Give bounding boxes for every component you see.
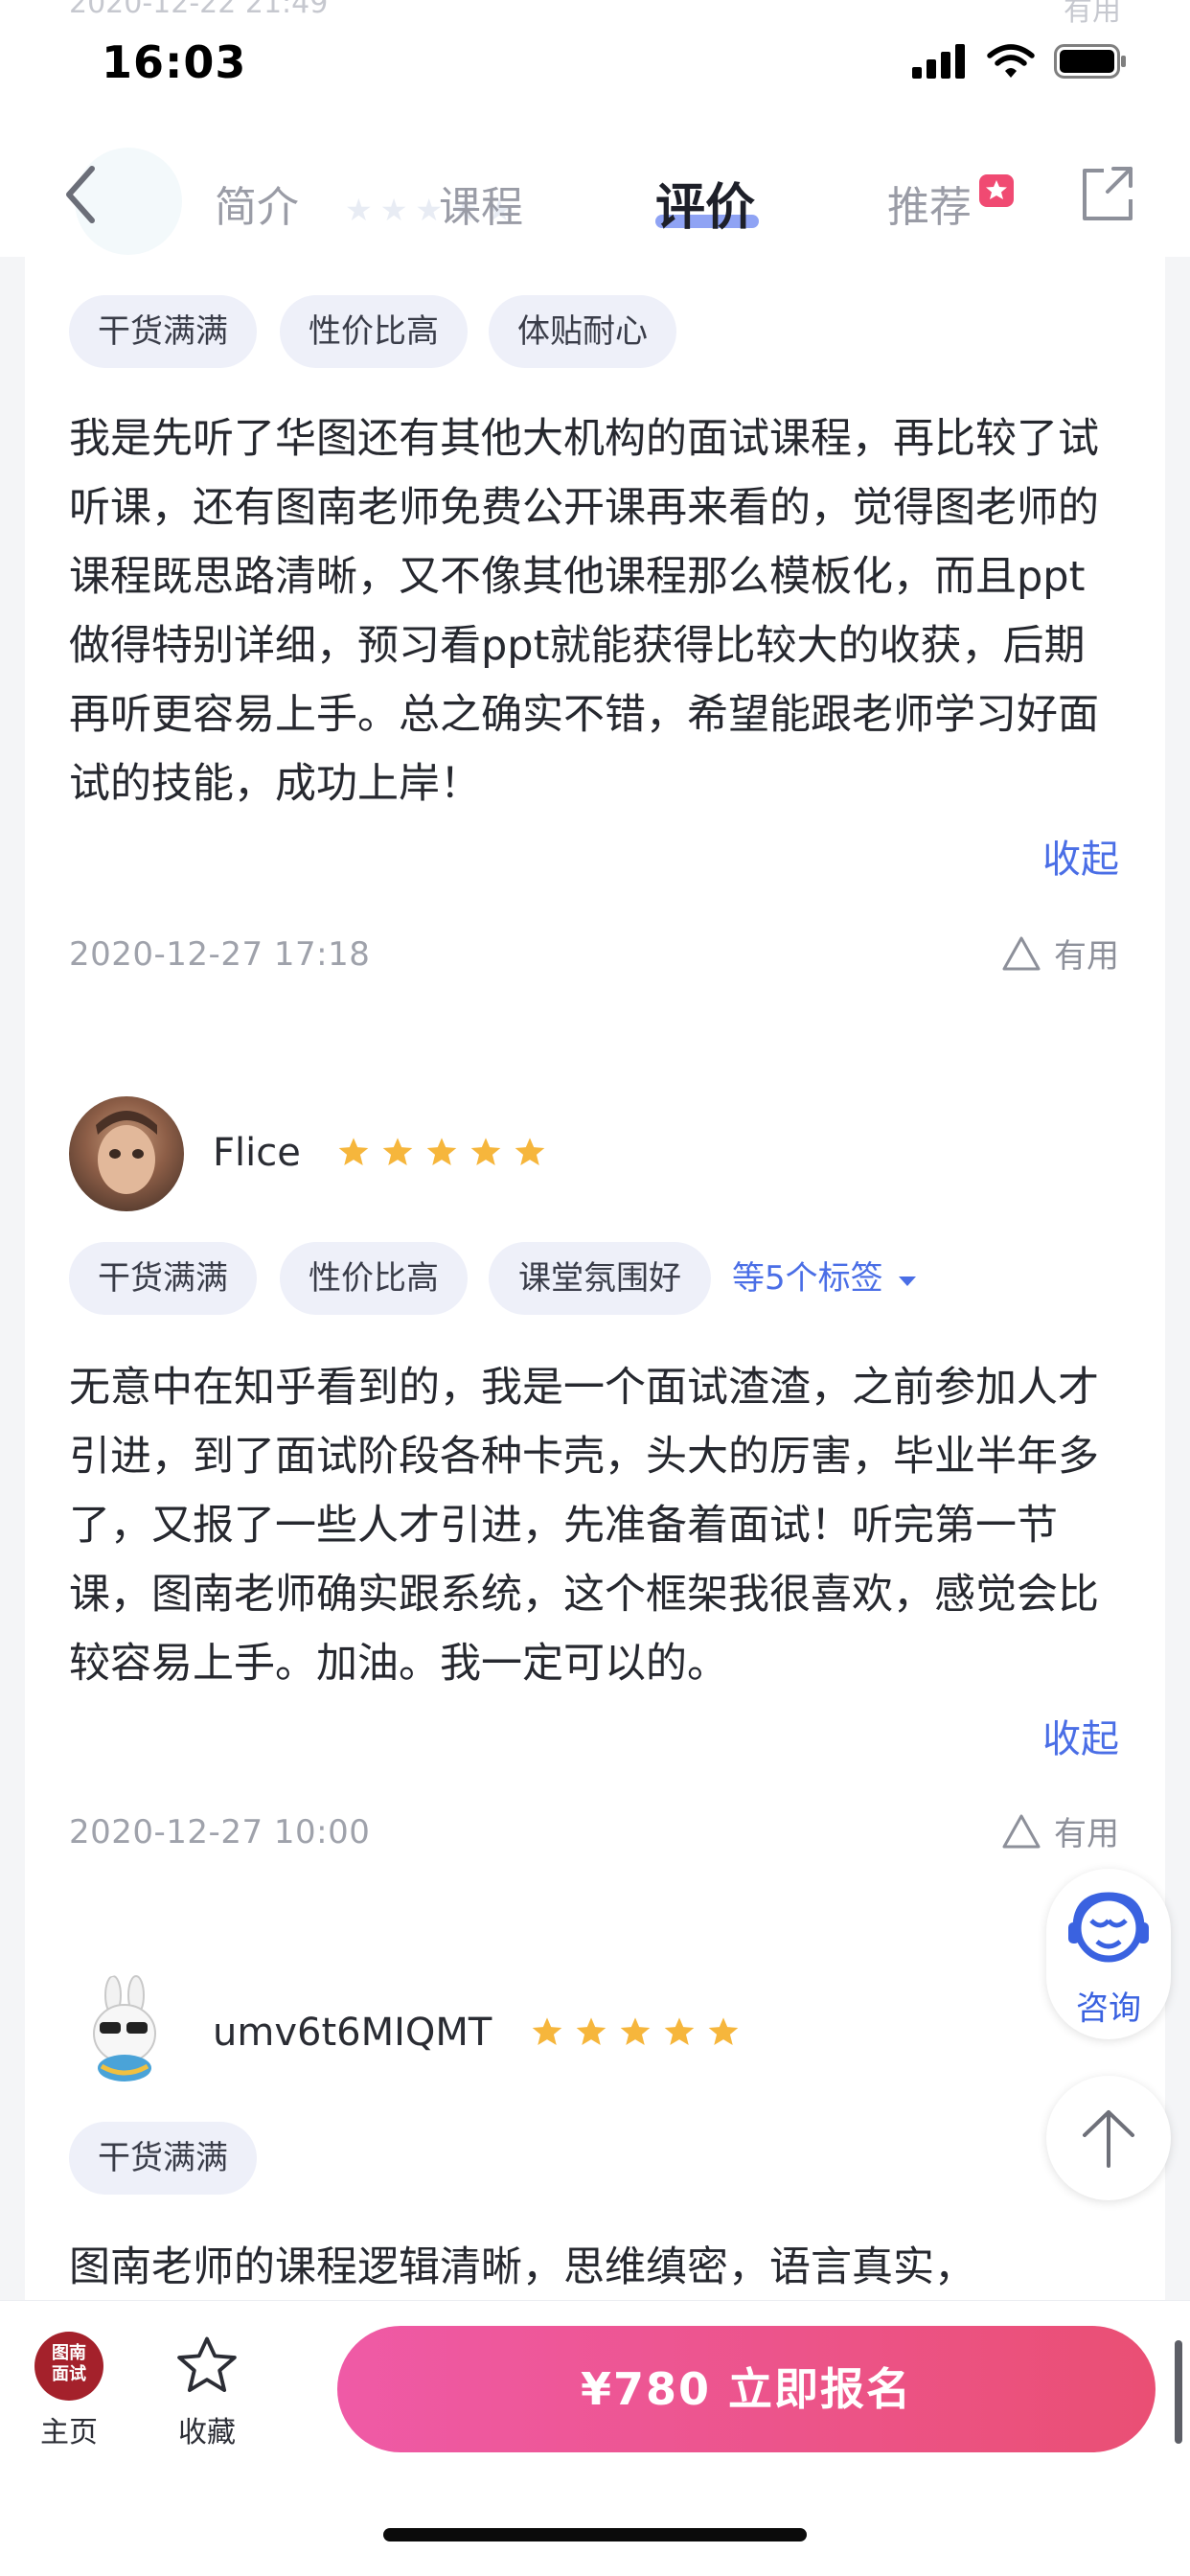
star-icon	[382, 1138, 413, 1166]
review-tag: 性价比高	[280, 1242, 468, 1315]
star-rating	[531, 2016, 740, 2047]
home-indicator	[383, 2528, 807, 2542]
more-tags-button[interactable]: 等5个标签	[732, 1242, 918, 1315]
review-text: 图南老师的课程逻辑清晰，思维缜密，语言真实，	[69, 2243, 975, 2291]
ghost-date: 2020-12-22 21:49	[69, 0, 329, 20]
signal-icon	[912, 44, 965, 79]
tab-course[interactable]: 课程	[439, 172, 523, 234]
star-icon	[338, 1138, 369, 1166]
review-tag: 干货满满	[69, 2122, 257, 2195]
status-bar: 2020-12-22 21:49 有用 16:03	[0, 0, 1190, 134]
star-icon	[515, 1138, 545, 1166]
wifi-icon	[987, 44, 1035, 78]
home-label[interactable]: 主页	[40, 2408, 98, 2450]
useful-button[interactable]: 有用	[1000, 1807, 1119, 1854]
consult-label: 咨询	[1076, 1990, 1141, 2028]
avatar-image	[93, 1975, 156, 2082]
review-date: 2020-12-27 10:00	[69, 1813, 371, 1852]
review-tag: 体贴耐心	[489, 295, 676, 368]
star-icon	[620, 2017, 651, 2046]
avatar[interactable]	[69, 1974, 184, 2089]
star-icon	[470, 1138, 501, 1166]
useful-label: 有用	[1054, 937, 1119, 976]
review-date: 2020-12-27 17:18	[69, 935, 371, 974]
battery-icon	[1054, 44, 1126, 79]
share-icon[interactable]	[1079, 163, 1136, 224]
review-tag: 性价比高	[280, 295, 468, 368]
thumb-triangle-icon	[1002, 936, 1041, 970]
star-icon	[664, 2017, 695, 2046]
tab-intro[interactable]: 简介	[215, 172, 299, 234]
star-icon	[576, 2017, 606, 2046]
home-logo-icon[interactable]: 图南 面试	[34, 2332, 103, 2401]
favorite-label[interactable]: 收藏	[178, 2408, 236, 2450]
username: Flice	[213, 1131, 301, 1175]
review-text: 我是先听了华图还有其他大机构的面试课程，再比较了试听课，还有图南老师免费公开课再…	[69, 415, 1099, 808]
avatar-image	[96, 1111, 157, 1194]
ghost-useful: 有用	[1064, 0, 1121, 28]
star-outline-icon[interactable]	[175, 2334, 239, 2397]
consult-button[interactable]: 咨询	[1046, 1869, 1171, 2039]
collapse-button[interactable]: 收起	[1042, 1708, 1119, 1763]
arrow-up-icon	[1083, 2110, 1134, 2168]
scrollbar[interactable]	[1175, 2340, 1182, 2444]
tab-recommend[interactable]: 推荐	[887, 172, 972, 234]
thumb-triangle-icon	[1002, 1814, 1041, 1848]
review-tag: 干货满满	[69, 1242, 257, 1315]
caret-down-icon	[899, 1276, 917, 1286]
recommend-badge-icon	[979, 174, 1014, 207]
nav-bar: ★★★★★ 简介 课程 评价 推荐	[0, 134, 1190, 257]
review-text: 无意中在知乎看到的，我是一个面试渣渣，之前参加人才引进，到了面试阶段各种卡壳，头…	[69, 1364, 1099, 1688]
review-tag: 课堂氛围好	[489, 1242, 711, 1315]
star-rating	[337, 1137, 546, 1167]
star-icon	[426, 1138, 457, 1166]
star-icon	[708, 2017, 739, 2046]
review-tag: 干货满满	[69, 295, 257, 368]
tab-reviews[interactable]: 评价	[655, 167, 755, 239]
more-tags-label: 等5个标签	[732, 1259, 883, 1298]
status-icons	[912, 44, 1127, 79]
avatar[interactable]	[69, 1096, 184, 1211]
back-arrow-icon[interactable]	[54, 161, 111, 228]
enroll-button[interactable]: ¥780 立即报名	[337, 2326, 1156, 2452]
useful-button[interactable]: 有用	[1000, 930, 1119, 977]
star-icon	[532, 2017, 562, 2046]
collapse-button[interactable]: 收起	[1042, 828, 1119, 884]
username: umv6t6MIQMT	[213, 2011, 492, 2055]
back-to-top-button[interactable]	[1046, 2076, 1171, 2200]
customer-service-icon	[1068, 1892, 1149, 1963]
status-time: 16:03	[102, 36, 247, 88]
useful-label: 有用	[1054, 1815, 1119, 1853]
